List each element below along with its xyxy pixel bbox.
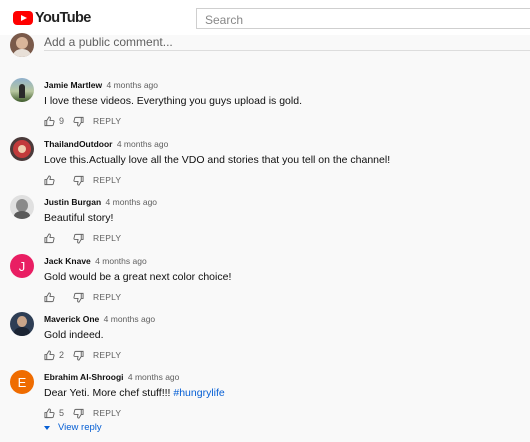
commenter-avatar[interactable]: J xyxy=(10,254,34,278)
comment-thread: Jamie Martlew 4 months ago I love these … xyxy=(0,78,530,136)
thumbs-down-icon[interactable] xyxy=(73,408,84,419)
add-comment-box: Add a public comment... xyxy=(0,33,530,57)
like-count: 5 xyxy=(59,408,65,418)
thumbs-up-icon[interactable] xyxy=(44,349,55,361)
comment-author[interactable]: Jamie Martlew xyxy=(44,80,102,90)
comment-time[interactable]: 4 months ago xyxy=(106,197,158,207)
comment-actions: REPLY xyxy=(44,232,121,244)
thumbs-down-icon[interactable] xyxy=(73,350,84,361)
thumbs-down-icon[interactable] xyxy=(73,175,84,186)
comment-time[interactable]: 4 months ago xyxy=(95,256,147,266)
commenter-avatar[interactable] xyxy=(10,78,34,102)
like-count: 2 xyxy=(59,350,65,360)
comment-actions: 2 REPLY xyxy=(44,349,121,361)
comment-actions: REPLY xyxy=(44,174,121,186)
comment-text: Beautiful story! xyxy=(44,212,114,224)
like-count: 9 xyxy=(59,116,65,126)
comment-actions: REPLY xyxy=(44,291,121,303)
hashtag-link[interactable]: #hungrylife xyxy=(173,387,224,399)
thumbs-up-icon[interactable] xyxy=(44,115,55,127)
comment-time[interactable]: 4 months ago xyxy=(104,314,156,324)
reply-button[interactable]: REPLY xyxy=(93,175,121,185)
user-avatar[interactable] xyxy=(10,33,34,57)
add-comment-underline xyxy=(44,50,530,51)
reply-button[interactable]: REPLY xyxy=(93,233,121,243)
commenter-avatar[interactable] xyxy=(10,195,34,219)
comment-thread: J Jack Knave 4 months ago Gold would be … xyxy=(0,254,530,312)
comment-text: I love these videos. Everything you guys… xyxy=(44,95,302,107)
thumbs-up-icon[interactable] xyxy=(44,407,55,419)
comment-thread: Maverick One 4 months ago Gold indeed. 2… xyxy=(0,312,530,370)
view-reply-label: View reply xyxy=(58,422,102,433)
thumbs-up-icon[interactable] xyxy=(44,174,55,186)
commenter-avatar[interactable] xyxy=(10,137,34,161)
commenter-avatar[interactable] xyxy=(10,312,34,336)
comment-time[interactable]: 4 months ago xyxy=(107,80,159,90)
comment-header: Maverick One 4 months ago xyxy=(44,314,155,324)
comment-body: Dear Yeti. More chef stuff!!! xyxy=(44,387,174,399)
search-input[interactable] xyxy=(196,8,530,29)
thumbs-up-icon[interactable] xyxy=(44,291,55,303)
comment-header: Justin Burgan 4 months ago xyxy=(44,197,157,207)
chevron-down-icon xyxy=(44,425,50,430)
comment-actions: 9 REPLY xyxy=(44,115,121,127)
comment-header: Jack Knave 4 months ago xyxy=(44,256,147,266)
commenter-avatar[interactable]: E xyxy=(10,370,34,394)
thumbs-down-icon[interactable] xyxy=(73,292,84,303)
comment-header: Ebrahim Al-Shroogi 4 months ago xyxy=(44,372,179,382)
reply-button[interactable]: REPLY xyxy=(93,292,121,302)
thumbs-down-icon[interactable] xyxy=(73,116,84,127)
reply-button[interactable]: REPLY xyxy=(93,116,121,126)
comment-thread: ThailandOutdoor 4 months ago Love this.A… xyxy=(0,137,530,195)
thumbs-down-icon[interactable] xyxy=(73,233,84,244)
comment-time[interactable]: 4 months ago xyxy=(117,139,169,149)
comment-author[interactable]: Ebrahim Al-Shroogi xyxy=(44,372,124,382)
comment-time[interactable]: 4 months ago xyxy=(128,372,180,382)
comment-text: Love this.Actually love all the VDO and … xyxy=(44,154,391,166)
masthead: YouTube xyxy=(0,0,530,35)
youtube-play-icon xyxy=(13,11,33,25)
reply-button[interactable]: REPLY xyxy=(93,408,121,418)
comment-text: Dear Yeti. More chef stuff!!! #hungrylif… xyxy=(44,387,225,399)
comment-author[interactable]: Jack Knave xyxy=(44,256,91,266)
reply-button[interactable]: REPLY xyxy=(93,350,121,360)
comment-header: Jamie Martlew 4 months ago xyxy=(44,80,158,90)
logo-text: YouTube xyxy=(35,10,91,26)
comment-text: Gold indeed. xyxy=(44,329,104,341)
comment-thread: E Ebrahim Al-Shroogi 4 months ago Dear Y… xyxy=(0,370,530,428)
comment-text: Gold would be a great next color choice! xyxy=(44,271,232,283)
add-comment-input[interactable]: Add a public comment... xyxy=(44,35,173,49)
comment-header: ThailandOutdoor 4 months ago xyxy=(44,139,168,149)
avatar-letter: E xyxy=(17,374,27,390)
view-reply-button[interactable]: View reply xyxy=(44,422,102,433)
comment-thread: Justin Burgan 4 months ago Beautiful sto… xyxy=(0,195,530,253)
comment-author[interactable]: Justin Burgan xyxy=(44,197,101,207)
comment-author[interactable]: ThailandOutdoor xyxy=(44,139,112,149)
youtube-logo[interactable]: YouTube xyxy=(13,10,91,26)
comment-actions: 5 REPLY xyxy=(44,407,121,419)
comment-author[interactable]: Maverick One xyxy=(44,314,99,324)
avatar-letter: J xyxy=(18,258,26,274)
thumbs-up-icon[interactable] xyxy=(44,232,55,244)
